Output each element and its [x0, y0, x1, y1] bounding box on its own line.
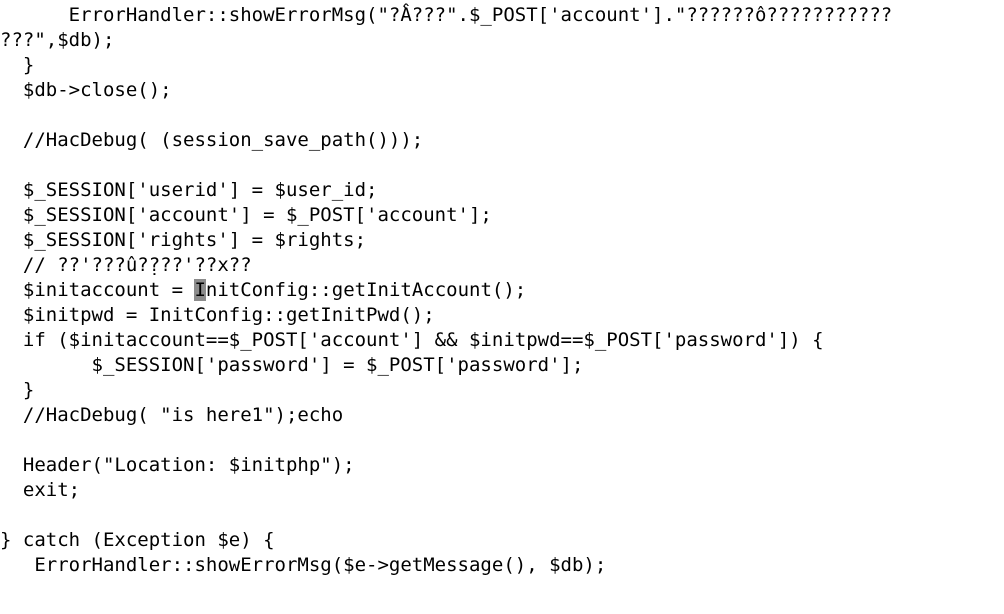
code-line-20: exit;	[0, 479, 81, 501]
code-line-23: ErrorHandler::showErrorMsg($e->getMessag…	[0, 554, 607, 576]
code-line-10: $_SESSION['rights'] = $rights;	[0, 229, 367, 251]
code-line-17: //HacDebug( "is here1");echo	[0, 404, 344, 426]
code-line-9: $_SESSION['account'] = $_POST['account']…	[0, 204, 492, 226]
code-line-12-suffix: nitConfig::getInitAccount();	[205, 279, 527, 301]
code-line-2: ???",$db);	[0, 29, 115, 51]
code-line-12-prefix: $initaccount =	[0, 279, 195, 301]
code-line-14: if ($initaccount==$_POST['account'] && $…	[0, 329, 824, 351]
code-line-11: // ??'???û?̣???'??x??	[0, 254, 252, 276]
code-editor[interactable]: ErrorHandler::showErrorMsg("?̀Â???".$_PO…	[0, 0, 1004, 614]
code-line-4: $db->close();	[0, 79, 172, 101]
text-cursor: I	[194, 279, 206, 301]
code-line-12-cursor: $initaccount = InitConfig::getInitAccoun…	[0, 278, 526, 303]
code-line-19: Header("Location: $initphp");	[0, 454, 355, 476]
code-line-22: } catch (Exception $e) {	[0, 529, 275, 551]
code-line-15: $_SESSION['password'] = $_POST['password…	[0, 354, 584, 376]
code-line-3: }	[0, 54, 35, 76]
code-line-16: }	[0, 379, 35, 401]
code-line-8: $_SESSION['userid'] = $user_id;	[0, 179, 378, 201]
code-line-6: //HacDebug( (session_save_path()));	[0, 129, 424, 151]
code-line-1: ErrorHandler::showErrorMsg("?̀Â???".$_PO…	[0, 4, 893, 26]
code-line-13: $initpwd = InitConfig::getInitPwd();	[0, 304, 435, 326]
